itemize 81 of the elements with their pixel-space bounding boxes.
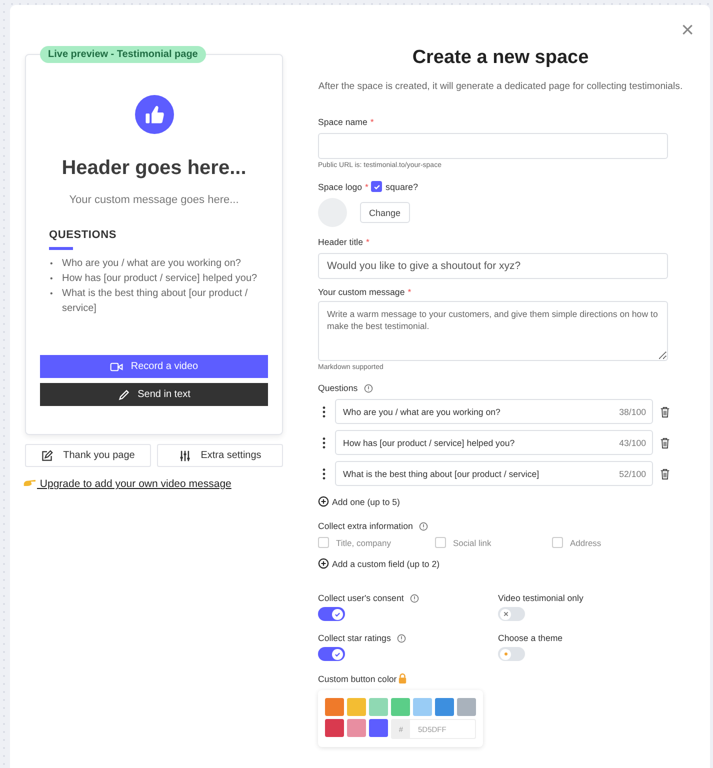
field-label: Questions [318,383,358,393]
header-title-field[interactable]: Would you like to give a shoutout for xyz? [318,253,668,279]
toggle-switch[interactable] [498,607,525,621]
field-label: Collect extra information [318,521,413,531]
drag-handle-icon[interactable] [322,436,326,448]
color-swatch[interactable] [347,719,366,737]
video-camera-icon [110,362,123,372]
bullet: • [50,273,54,285]
preview-badge: Live preview - Testimonial page [40,46,206,63]
sliders-icon [178,450,191,462]
trash-icon[interactable] [660,436,670,448]
bullet: • [50,258,54,270]
question-field[interactable]: What is the best thing about [our product / service] 52/100 [335,461,653,486]
color-swatch[interactable] [457,698,476,716]
info-icon [410,594,419,602]
preview-header: Header goes here... [62,157,246,180]
dot-icon [502,651,508,657]
toggle-label: Collect star ratings [318,633,391,643]
drag-handle-icon[interactable] [322,468,326,480]
checkbox-label: Title, company [336,538,391,548]
field-label: Your custom message * [318,287,412,297]
question-field[interactable]: How has [our product / service] helped you? 43/100 [335,430,653,455]
upgrade-link[interactable]: Upgrade to add your own video message [23,478,232,490]
toggle-switch[interactable] [498,647,525,661]
check-icon [334,610,341,618]
color-swatch[interactable] [435,698,454,716]
toggle-switch[interactable] [318,607,345,621]
toggle-label: Collect user's consent [318,593,404,603]
color-swatch[interactable] [413,698,432,716]
check-icon [334,650,341,658]
trash-icon[interactable] [660,468,670,480]
field-label: Space name * [318,117,374,127]
drag-handle-icon[interactable] [322,406,326,418]
edit-icon [41,450,54,462]
add-question-button[interactable]: Add one (up to 5) [318,496,400,507]
field-label: Space logo * [318,182,368,192]
checkbox-label: square? [385,182,418,192]
info-icon [364,384,373,392]
info-icon [396,634,406,642]
checkbox-label: Social link [453,538,492,548]
color-swatch[interactable] [325,698,344,716]
space-name-field[interactable] [318,133,668,159]
info-icon [418,522,428,530]
color-swatch[interactable] [391,698,410,716]
pencil-icon [118,388,130,400]
pointing-hand-icon [23,478,37,487]
color-swatch[interactable] [347,698,366,716]
record-video-button[interactable]: Record a video [40,355,268,378]
field-label: Header title * [318,237,370,247]
plus-circle-icon [318,558,329,569]
color-swatch[interactable] [325,719,344,737]
preview-message: Your custom message goes here... [69,194,239,206]
change-button[interactable]: Change [360,202,410,223]
check-icon [372,182,381,190]
toggle-switch[interactable] [318,647,345,661]
question-field[interactable]: Who are you / what are you working on? 38/100 [335,399,653,424]
side-button[interactable]: Thank you page [25,444,151,467]
plus-circle-icon [318,496,329,507]
cross-icon [502,611,508,617]
color-swatch[interactable] [369,698,388,716]
lock-icon [398,673,407,684]
close-button[interactable]: × [681,19,694,41]
toggle-label: Choose a theme [498,633,563,643]
questions-heading: QUESTIONS [49,229,116,241]
checkbox-label: Address [570,538,602,548]
form-title: Create a new space [412,47,589,69]
field-label: Custom button color [318,673,407,684]
preview-question: Who are you / what are you working on? [62,257,242,271]
color-swatch[interactable] [369,719,388,737]
preview-question: How has [our product / service] helped you? [62,272,258,286]
toggle-label: Video testimonial only [498,593,584,603]
checkbox[interactable] [371,181,382,192]
thumbs-up-icon [134,95,174,134]
add-field-button[interactable]: Add a custom field (up to 2) [318,558,440,569]
preview-question: What is the best thing about [our product / service] [62,287,249,316]
bullet: • [50,288,54,300]
trash-icon[interactable] [660,406,670,418]
send-text-button[interactable]: Send in text [40,383,268,406]
form-subtitle: After the space is created, it will generate a dedicated page for collecting testimonials. [318,81,683,92]
message-field[interactable]: Write a warm message to your customers, and give them simple directions on how to make the best testimonial. [318,301,668,361]
side-button[interactable]: Extra settings [157,444,283,467]
